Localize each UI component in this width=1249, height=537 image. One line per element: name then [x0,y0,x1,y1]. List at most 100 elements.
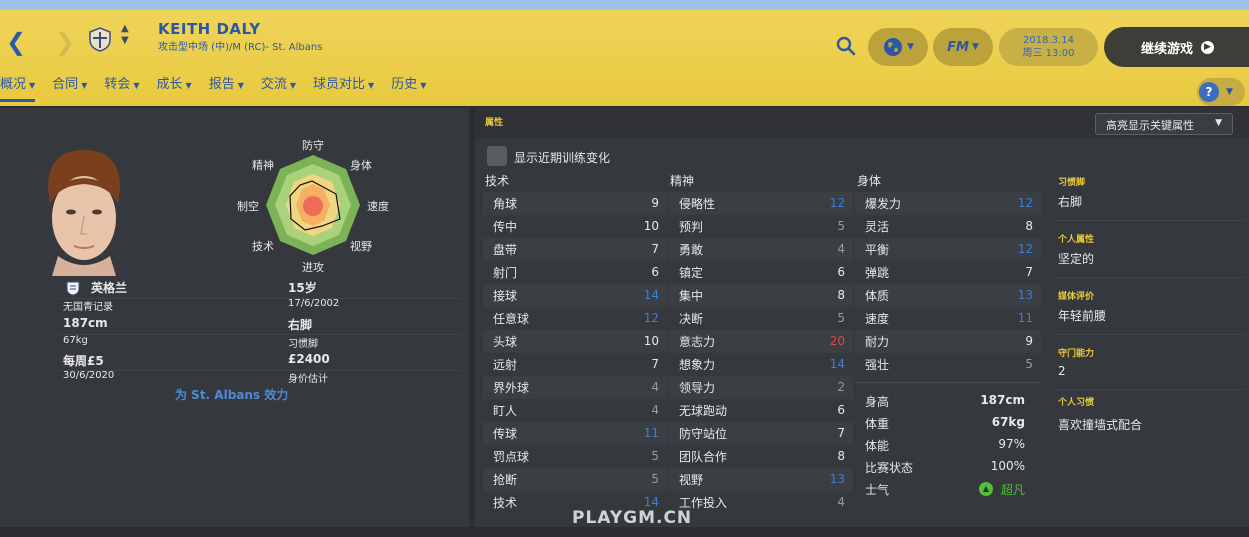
technical-attribute-row[interactable]: 盘带 7 [483,238,667,261]
globe-icon [884,38,903,56]
technical-attribute-row[interactable]: 射门 6 [483,261,667,284]
back-arrow-icon[interactable]: ❮ [6,28,26,56]
radar-label-aerial: 制空 [237,200,259,213]
forward-arrow-icon[interactable]: ❯ [55,28,75,56]
radar-label-defense: 防守 [302,139,324,152]
technical-attribute-name: 界外球 [493,381,530,395]
technical-attribute-row[interactable]: 罚点球 5 [483,445,667,468]
mental-attribute-row[interactable]: 领导力 2 [669,376,853,399]
mental-attribute-row[interactable]: 团队合作 8 [669,445,853,468]
physical-attribute-row[interactable]: 耐力 9 [855,330,1041,353]
technical-attribute-row[interactable]: 任意球 12 [483,307,667,330]
physical-attribute-name: 体质 [865,289,890,303]
mental-attribute-row[interactable]: 集中 8 [669,284,853,307]
physical-attribute-value: 8 [1025,219,1033,233]
technical-attribute-row[interactable]: 角球 9 [483,192,667,215]
technical-attribute-name: 技术 [493,496,518,510]
mental-attribute-value: 14 [829,357,845,371]
height: 187cm [63,316,108,330]
play-arrow-icon: ▶ [1201,40,1215,54]
mental-attribute-name: 决断 [679,312,704,326]
mental-attribute-row[interactable]: 想象力 14 [669,353,853,376]
physical-attribute-row[interactable]: 灵活 8 [855,215,1041,238]
mental-attribute-value: 4 [837,242,845,256]
date-text: 2018.3.14 [1023,35,1074,46]
watermark: PLAYGM.CN [572,508,693,528]
mental-attribute-row[interactable]: 镇定 6 [669,261,853,284]
mental-attribute-row[interactable]: 侵略性 12 [669,192,853,215]
tab-development[interactable]: 成长 ▼ [157,73,192,102]
radar-label-attack: 进攻 [302,261,324,274]
mental-attribute-value: 13 [829,472,845,486]
technical-attribute-row[interactable]: 传球 11 [483,422,667,445]
world-menu-button[interactable]: ▼ [868,28,928,66]
technical-attribute-value: 14 [643,288,659,302]
tab-transfer[interactable]: 转会 ▼ [104,73,139,102]
nationality: 英格兰 [91,281,128,295]
technical-attribute-row[interactable]: 接球 14 [483,284,667,307]
technical-attribute-name: 角球 [493,197,518,211]
technical-attribute-row[interactable]: 界外球 4 [483,376,667,399]
mental-attribute-row[interactable]: 工作投入 4 [669,491,853,514]
technical-attribute-row[interactable]: 盯人 4 [483,399,667,422]
physical-attribute-row[interactable]: 速度 11 [855,307,1041,330]
player-switch-icon[interactable]: ▲ ▼ [121,23,129,47]
contract-end: 30/6/2020 [63,370,115,381]
physical-stat-name: 比赛状态 [865,461,914,475]
technical-attribute-name: 抢断 [493,473,518,487]
england-crest-icon [66,281,80,296]
technical-attribute-value: 5 [651,449,659,463]
mental-attribute-value: 2 [837,380,845,394]
physical-attribute-row[interactable]: 强壮 5 [855,353,1041,376]
technical-attribute-name: 接球 [493,289,518,303]
market-value: £2400 [288,352,330,366]
tab-interaction[interactable]: 交流 ▼ [261,73,296,102]
mental-attribute-value: 6 [837,265,845,279]
tab-history[interactable]: 历史 ▼ [391,73,426,102]
mental-attribute-value: 4 [837,495,845,509]
personality-heading: 个人属性 [1058,235,1095,245]
mental-attribute-row[interactable]: 防守站位 7 [669,422,853,445]
technical-attribute-row[interactable]: 远射 7 [483,353,667,376]
technical-attribute-name: 传中 [493,220,518,234]
tab-reports[interactable]: 报告 ▼ [209,73,244,102]
mental-attribute-row[interactable]: 预判 5 [669,215,853,238]
physical-attribute-name: 速度 [865,312,890,326]
mental-attribute-row[interactable]: 勇敢 4 [669,238,853,261]
radar-label-technique: 技术 [252,240,274,253]
tab-compare[interactable]: 球员对比 ▼ [313,73,374,102]
club-crest-icon [89,27,111,52]
physical-stat-value: 67kg [991,415,1025,429]
continue-game-button[interactable]: 继续游戏 ▶ [1104,27,1249,67]
technical-attribute-row[interactable]: 头球 10 [483,330,667,353]
mental-attribute-row[interactable]: 无球跑动 6 [669,399,853,422]
physical-attribute-row[interactable]: 平衡 12 [855,238,1041,261]
highlight-key-attributes-dropdown[interactable]: 高亮显示关键属性 ▼ [1095,113,1233,135]
chevron-down-icon: ▼ [1226,87,1233,97]
plays-for-link[interactable]: 为 St. Albans 效力 [175,386,288,403]
help-button[interactable]: ? ▼ [1197,78,1245,106]
physical-attribute-row[interactable]: 爆发力 12 [855,192,1041,215]
technical-attribute-value: 7 [651,357,659,371]
technical-attribute-row[interactable]: 抢断 5 [483,468,667,491]
tab-overview[interactable]: 概况 ▼ [0,73,36,102]
mental-attribute-row[interactable]: 意志力 20 [669,330,853,353]
mental-attribute-row[interactable]: 决断 5 [669,307,853,330]
fm-menu-button[interactable]: FM ▼ [933,28,993,66]
technical-attribute-value: 11 [643,426,659,440]
tab-contract[interactable]: 合同 ▼ [52,73,87,102]
technical-attribute-row[interactable]: 传中 10 [483,215,667,238]
player-traits-value: 喜欢撞墙式配合 [1058,418,1143,432]
show-training-changes-checkbox[interactable] [487,146,507,166]
mental-attribute-row[interactable]: 视野 13 [669,468,853,491]
mental-attribute-name: 镇定 [679,266,704,280]
technical-attribute-name: 远射 [493,358,518,372]
physical-attribute-row[interactable]: 弹跳 7 [855,261,1041,284]
search-icon[interactable] [836,36,856,56]
physical-attribute-row[interactable]: 体质 13 [855,284,1041,307]
physical-stat-row: 体能 97% [865,437,1025,454]
radar-label-physical: 身体 [350,159,372,172]
radar-label-vision: 视野 [350,240,372,253]
highlight-label: 高亮显示关键属性 [1106,119,1194,132]
game-date[interactable]: 2018.3.14 周三 13:00 [999,28,1098,66]
